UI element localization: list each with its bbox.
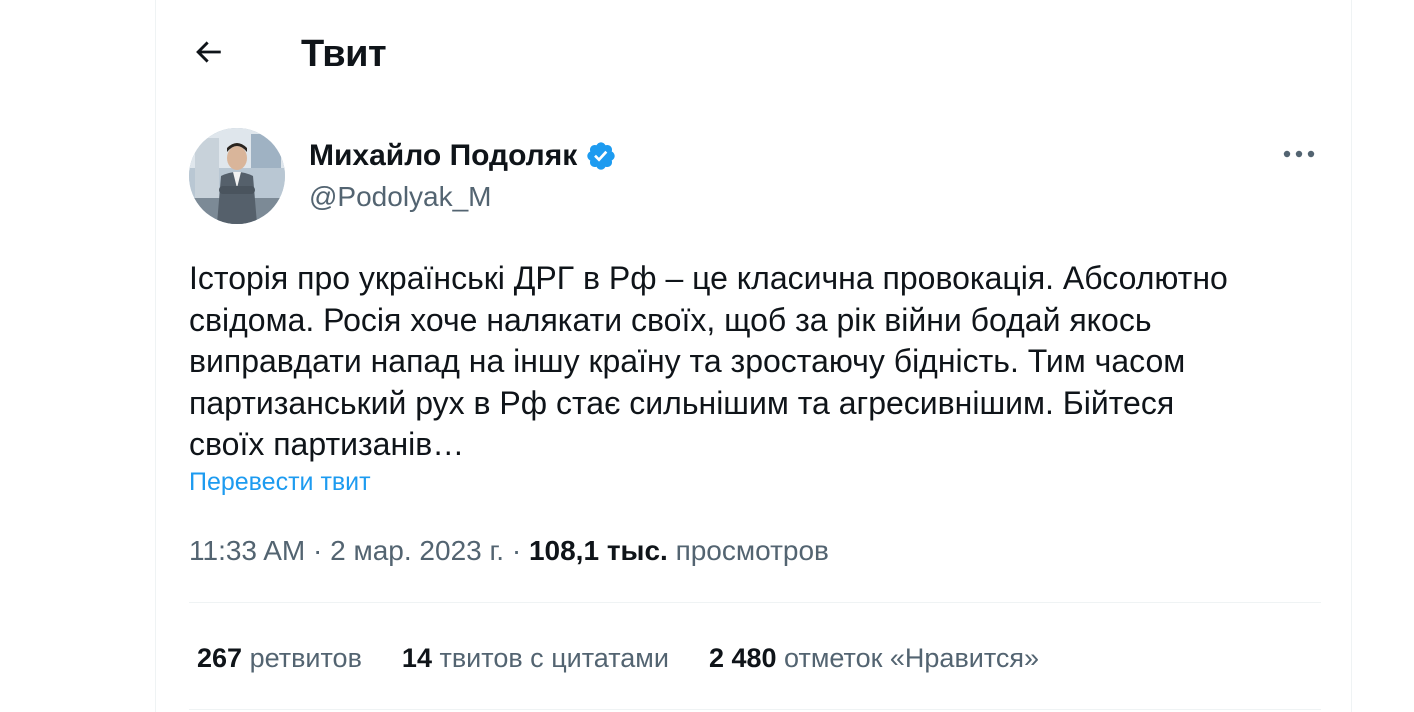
- quotes-stat[interactable]: 14 твитов с цитатами: [402, 636, 669, 680]
- tweet-column: Твит Михайло Подоляк @Podolyak_M Історія…: [155, 0, 1352, 712]
- quotes-label: твитов с цитатами: [431, 643, 669, 673]
- likes-label: отметок «Нравится»: [776, 643, 1040, 673]
- views-label: просмотров: [667, 535, 829, 566]
- likes-stat[interactable]: 2 480 отметок «Нравится»: [709, 636, 1039, 680]
- author-name[interactable]: Михайло Подоляк: [309, 136, 577, 176]
- views-count: 108,1 тыс.: [528, 535, 668, 566]
- page-title: Твит: [301, 33, 387, 75]
- back-button[interactable]: [184, 30, 232, 78]
- more-options-button[interactable]: [1277, 136, 1321, 176]
- tweet-stats: 267 ретвитов 14 твитов с цитатами 2 480 …: [197, 636, 1079, 680]
- header: Твит: [156, 0, 1351, 108]
- translate-tweet-link[interactable]: Перевести твит: [189, 464, 371, 500]
- retweets-stat[interactable]: 267 ретвитов: [197, 636, 362, 680]
- tweet-time[interactable]: 11:33 AM: [189, 535, 305, 566]
- meta-separator: ·: [504, 535, 529, 566]
- meta-separator: ·: [305, 535, 331, 566]
- divider: [189, 709, 1321, 710]
- more-dots-icon: [1282, 147, 1316, 165]
- likes-count: 2 480: [708, 643, 777, 673]
- divider: [189, 602, 1321, 603]
- tweet-date[interactable]: 2 мар. 2023 г.: [330, 535, 504, 566]
- retweets-label: ретвитов: [242, 643, 362, 673]
- retweets-count: 267: [197, 643, 243, 673]
- avatar[interactable]: [189, 128, 285, 224]
- author-handle[interactable]: @Podolyak_M: [309, 178, 492, 216]
- author-name-row: Михайло Подоляк: [309, 136, 617, 176]
- verified-badge-icon[interactable]: [585, 140, 617, 172]
- tweet-text: Історія про українські ДРГ в Рф – це кла…: [189, 260, 1228, 462]
- tweet-meta: 11:33 AM · 2 мар. 2023 г. · 108,1 тыс. п…: [189, 530, 829, 572]
- quotes-count: 14: [401, 643, 432, 673]
- page: Твит Михайло Подоляк @Podolyak_M Історія…: [0, 0, 1414, 712]
- arrow-left-icon: [191, 35, 225, 74]
